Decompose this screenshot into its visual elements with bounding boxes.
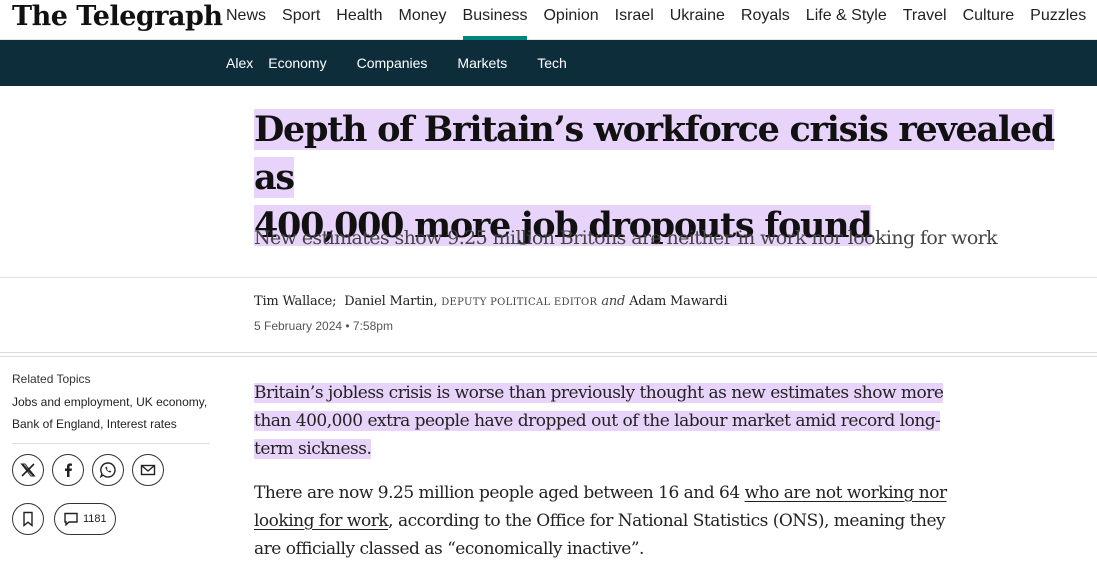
business-subnav: Alex Economy Companies Markets Tech (226, 40, 567, 86)
article-paragraph-2: There are now 9.25 million people aged b… (254, 479, 954, 563)
comment-icon (64, 512, 78, 527)
share-facebook-button[interactable] (52, 454, 84, 486)
author-daniel-martin[interactable]: Daniel Martin, (344, 294, 437, 309)
paragraph-text: There are now 9.25 million people aged b… (254, 483, 745, 503)
bookmark-button[interactable] (12, 503, 44, 535)
nav-money[interactable]: Money (399, 0, 447, 40)
share-whatsapp-button[interactable] (92, 454, 124, 486)
email-icon (140, 464, 156, 476)
sidebar-divider (12, 443, 210, 444)
subnav-markets[interactable]: Markets (457, 55, 507, 71)
topic-jobs-employment[interactable]: Jobs and employment, (12, 395, 133, 409)
telegraph-logo[interactable]: The Telegraph (12, 2, 223, 32)
byline: Tim Wallace; Daniel Martin, DEPUTY POLIT… (254, 294, 727, 309)
article-actions: 1181 (12, 503, 116, 535)
subnav-alex[interactable]: Alex (226, 55, 253, 71)
facebook-icon (65, 463, 72, 477)
nav-culture[interactable]: Culture (963, 0, 1015, 40)
topic-interest-rates[interactable]: Interest rates (107, 417, 177, 431)
divider (0, 277, 1097, 278)
related-topics-list: Jobs and employment, UK economy, Bank of… (12, 391, 210, 435)
nav-life-style[interactable]: Life & Style (806, 0, 887, 40)
top-navigation: The Telegraph News Sport Health Money Bu… (0, 0, 1097, 40)
nav-health[interactable]: Health (336, 0, 382, 40)
share-buttons (12, 454, 164, 486)
sidebar: Related Topics Jobs and employment, UK e… (12, 372, 210, 435)
nav-opinion[interactable]: Opinion (543, 0, 598, 40)
byline-conjunction: and (601, 294, 626, 309)
whatsapp-icon (99, 462, 116, 479)
nav-royals[interactable]: Royals (741, 0, 790, 40)
share-x-button[interactable] (12, 454, 44, 486)
nav-business[interactable]: Business (462, 0, 527, 40)
nav-sport[interactable]: Sport (282, 0, 320, 40)
share-email-button[interactable] (132, 454, 164, 486)
highlighted-lead-text: Britain’s jobless crisis is worse than p… (254, 383, 944, 459)
author-role: DEPUTY POLITICAL EDITOR (441, 297, 598, 308)
headline-line-1: Depth of Britain’s workforce crisis reve… (254, 109, 1055, 198)
standfirst: New estimates show 9.25 million Britons … (254, 227, 998, 249)
x-icon (20, 463, 36, 477)
comments-button[interactable]: 1181 (54, 503, 116, 535)
subnav-companies[interactable]: Companies (357, 55, 428, 71)
nav-puzzles[interactable]: Puzzles (1030, 0, 1086, 40)
subnav-economy[interactable]: Economy (268, 55, 326, 71)
author-adam-mawardi[interactable]: Adam Mawardi (629, 294, 727, 309)
bookmark-icon (23, 511, 33, 527)
nav-israel[interactable]: Israel (615, 0, 654, 40)
nav-travel[interactable]: Travel (903, 0, 947, 40)
divider (0, 356, 1097, 357)
publish-date: 5 February 2024 • 7:58pm (254, 319, 393, 333)
article-paragraph-1: Britain’s jobless crisis is worse than p… (254, 379, 954, 463)
main-nav: News Sport Health Money Business Opinion… (226, 0, 1097, 40)
comment-count: 1181 (83, 513, 107, 525)
nav-news[interactable]: News (226, 0, 266, 40)
topic-bank-of-england[interactable]: Bank of England, (12, 417, 103, 431)
related-topics-title: Related Topics (12, 372, 91, 386)
author-tim-wallace[interactable]: Tim Wallace; (254, 294, 336, 309)
topic-uk-economy[interactable]: UK economy, (136, 395, 207, 409)
divider (0, 352, 1097, 353)
sub-navigation: Alex Economy Companies Markets Tech (0, 40, 1097, 86)
subnav-tech[interactable]: Tech (537, 55, 567, 71)
nav-ukraine[interactable]: Ukraine (670, 0, 725, 40)
